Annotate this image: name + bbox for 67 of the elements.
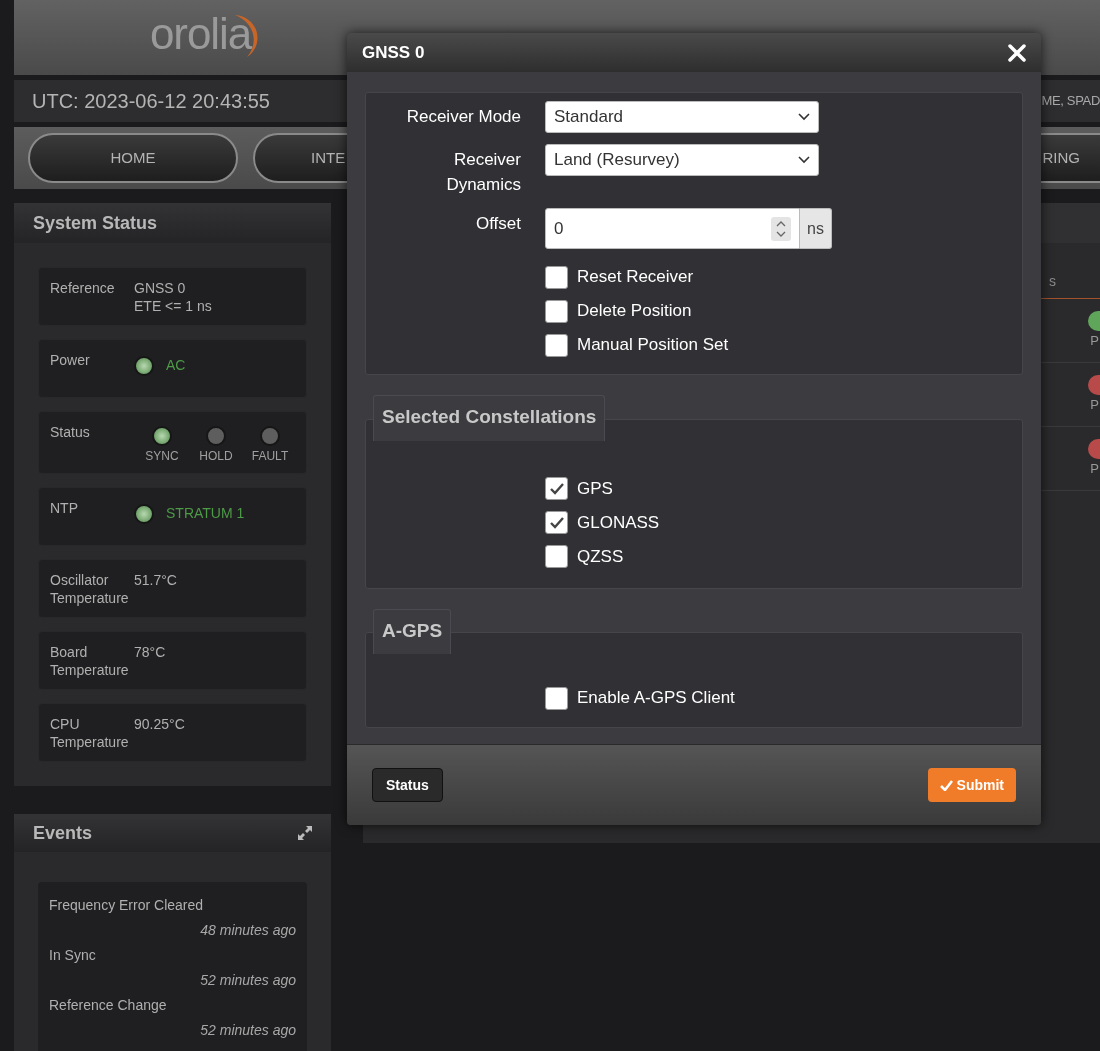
- number-field[interactable]: 0: [545, 208, 800, 249]
- status-button[interactable]: Status: [372, 768, 443, 802]
- checkbox[interactable]: [545, 265, 568, 289]
- spinner-icon[interactable]: [771, 216, 791, 241]
- chevron-down-icon: [798, 113, 810, 121]
- chevron-down-icon: [798, 156, 810, 164]
- field-label: Offset: [475, 214, 521, 233]
- checkbox-label: Manual Position Set: [577, 334, 729, 357]
- status-value: STRATUM 1: [166, 504, 245, 523]
- checkbox-label: GPS: [577, 477, 613, 500]
- checkbox[interactable]: [545, 511, 568, 534]
- close-icon: [1007, 42, 1027, 63]
- close-button[interactable]: [1007, 42, 1027, 63]
- status-value: ETE <= 1 ns: [134, 297, 213, 315]
- checkmark-icon: [548, 515, 565, 530]
- status-label: Power: [50, 351, 91, 370]
- nav-button[interactable]: HOME: [28, 133, 238, 183]
- modal-title: GNSS 0: [362, 41, 425, 64]
- section-title: A-GPS: [382, 619, 443, 641]
- status-value: 78°C: [134, 643, 167, 661]
- event-text: Frequency Error Cleared: [49, 896, 205, 914]
- checkbox[interactable]: [545, 545, 568, 568]
- event-time: 52 minutes ago: [199, 971, 296, 989]
- header-info: ME, SPAD: [1041, 92, 1100, 111]
- status-label: NTP: [50, 499, 79, 518]
- indicator-label: P: [1090, 459, 1099, 478]
- led-label: SYNC: [145, 448, 179, 465]
- led-label: HOLD: [199, 448, 233, 465]
- indicator-label: P: [1090, 395, 1099, 414]
- checkbox-label: Reset Receiver: [577, 266, 694, 289]
- checkbox[interactable]: [545, 333, 568, 357]
- field-label: Receiver Mode: [406, 107, 521, 126]
- status-label: CPU Temperature: [50, 715, 130, 752]
- event-time: 52 minutes ago: [199, 1021, 296, 1039]
- status-label: Board Temperature: [50, 643, 130, 680]
- event-text: Reference Change: [49, 996, 168, 1014]
- logo: orolia: [150, 6, 269, 61]
- checkmark-icon: [939, 779, 953, 791]
- panel-title: System Status: [33, 211, 158, 235]
- indicator-label: P: [1090, 331, 1099, 350]
- field-label: Receiver Dynamics: [446, 150, 521, 194]
- status-value: GNSS 0: [134, 279, 187, 297]
- event-text: In Sync: [49, 946, 97, 964]
- led-label: FAULT: [251, 448, 289, 465]
- status-value: 90.25°C: [134, 715, 186, 733]
- status-value: 51.7°C: [134, 571, 178, 589]
- checkbox-label: QZSS: [577, 545, 624, 568]
- status-label: Status: [50, 423, 91, 442]
- status-value: AC: [166, 356, 186, 375]
- checkbox[interactable]: [545, 686, 568, 710]
- column-header: s: [1049, 272, 1056, 291]
- checkbox[interactable]: [545, 299, 568, 323]
- unit-label: ns: [800, 208, 832, 249]
- select-field[interactable]: Standard: [545, 101, 819, 133]
- section-title: Selected Constellations: [382, 406, 597, 427]
- utc-clock: UTC: 2023-06-12 20:43:55: [32, 89, 270, 114]
- status-label: Reference: [50, 279, 116, 298]
- expand-icon[interactable]: [297, 825, 313, 841]
- status-label: Oscillator Temperature: [50, 571, 130, 608]
- panel-title: Events: [33, 821, 93, 845]
- event-time: 48 minutes ago: [199, 921, 296, 939]
- checkbox[interactable]: [545, 477, 568, 500]
- checkbox-label: Enable A-GPS Client: [577, 687, 735, 710]
- select-field[interactable]: Land (Resurvey): [545, 144, 819, 176]
- checkmark-icon: [548, 481, 565, 496]
- checkbox-label: GLONASS: [577, 511, 660, 534]
- checkbox-label: Delete Position: [577, 300, 692, 323]
